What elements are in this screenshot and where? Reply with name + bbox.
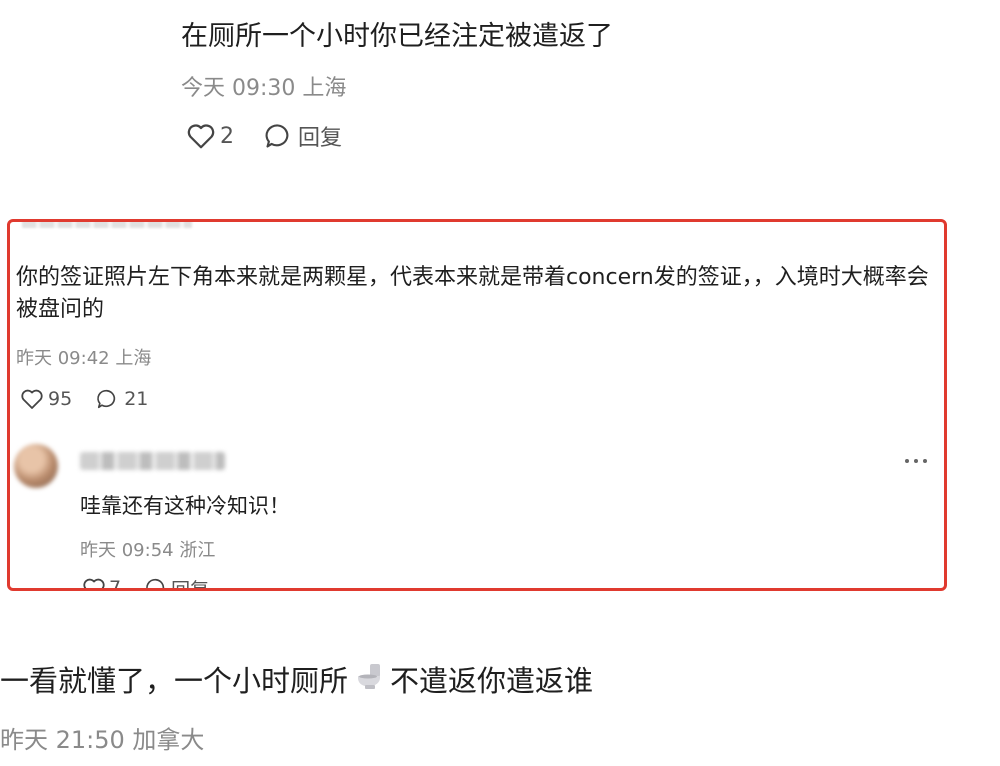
reply-text: 哇靠还有这种冷知识！ — [80, 494, 290, 518]
top-comment-actions: 2 回复 — [186, 118, 342, 154]
like-count: 95 — [48, 388, 73, 410]
reply-time: 昨天 09:54 浙江 — [80, 540, 216, 561]
comment-bubble-icon[interactable] — [264, 122, 292, 150]
reply-actions: 7 回复 — [82, 574, 209, 591]
highlight-box: 你的签证照片左下角本来就是两颗星，代表本来就是带着concern发的签证，，入境… — [7, 219, 947, 591]
reply-count: 21 — [124, 388, 149, 410]
bottom-comment-text-part2: 不遣返你遣返谁 — [390, 664, 594, 698]
blurred-username — [80, 452, 225, 470]
reply-button[interactable]: 回复 — [298, 120, 342, 152]
comment-bubble-icon[interactable] — [96, 388, 118, 410]
comment-time: 昨天 09:42 上海 — [16, 348, 152, 369]
comment-bubble-icon[interactable] — [145, 577, 167, 588]
comment-text: 你的签证照片左下角本来就是两颗星，代表本来就是带着concern发的签证，，入境… — [16, 265, 929, 322]
bottom-comment-text: 一看就懂了，一个小时厕所 不遣返你遣返谁 — [0, 658, 593, 700]
like-count: 7 — [109, 577, 122, 591]
top-comment-time: 今天 09:30 上海 — [181, 76, 347, 101]
bottom-comment-time: 昨天 21:50 加拿大 — [0, 726, 205, 754]
reply-button[interactable]: 回复 — [171, 575, 209, 589]
avatar[interactable] — [14, 444, 58, 488]
comment-actions: 95 21 — [20, 384, 172, 414]
toilet-icon — [354, 661, 384, 698]
heart-icon[interactable] — [186, 122, 216, 150]
like-count: 2 — [220, 123, 234, 149]
more-options-icon[interactable] — [903, 450, 929, 469]
heart-icon[interactable] — [82, 577, 106, 588]
bottom-comment-text-part1: 一看就懂了，一个小时厕所 — [0, 664, 349, 698]
top-comment-text: 在厕所一个小时你已经注定被遣返了 — [181, 21, 613, 52]
heart-icon[interactable] — [20, 388, 44, 410]
blurred-username — [22, 222, 192, 228]
